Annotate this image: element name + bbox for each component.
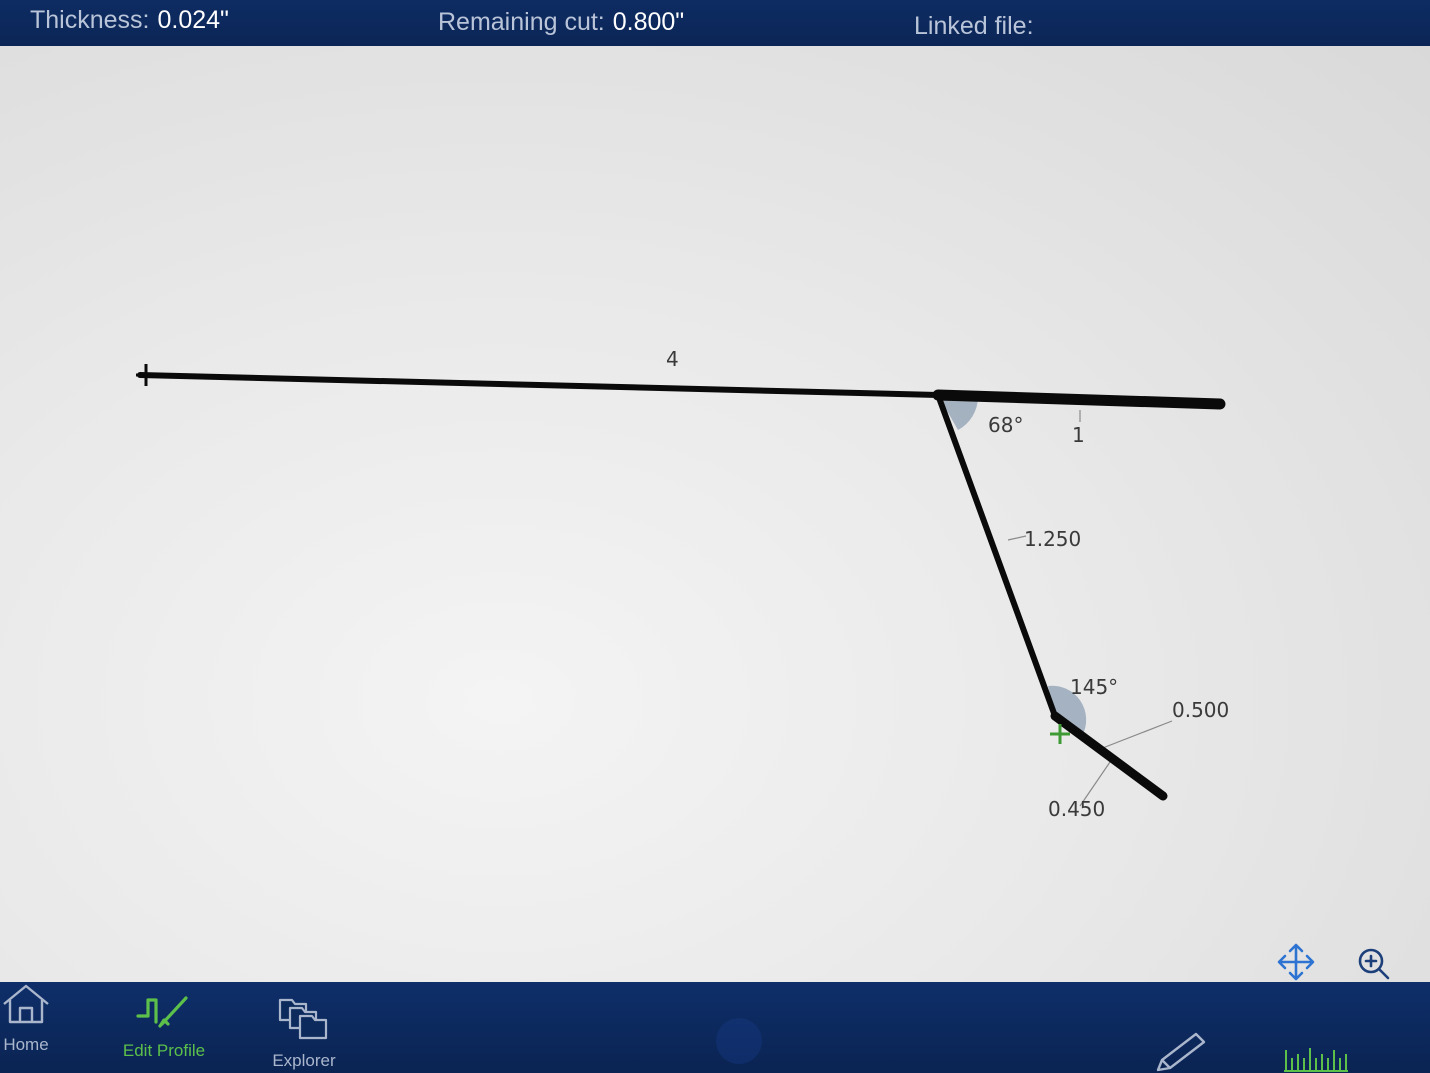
- segment-short[interactable]: [1050, 711, 1168, 801]
- segment-middle[interactable]: [935, 392, 1058, 719]
- status-bar: Thickness: 0.024" Remaining cut: 0.800" Li…: [0, 0, 1430, 48]
- pan-arrows-icon: [1277, 943, 1315, 981]
- profile-editor-screen: Thickness: 0.024" Remaining cut: 0.800" Li…: [0, 0, 1430, 1073]
- linked-file-label: Linked file:: [914, 12, 1034, 40]
- pencil-icon: [1156, 1032, 1206, 1072]
- label-angle-second: 145°: [1070, 675, 1118, 699]
- edit-profile-label: Edit Profile: [122, 1041, 206, 1060]
- label-short-lower: 0.450: [1048, 797, 1105, 821]
- home-button[interactable]: Home: [0, 982, 52, 1055]
- zoom-in-button[interactable]: [1352, 942, 1396, 986]
- home-icon: [3, 984, 49, 1024]
- label-top-right: 1: [1072, 423, 1085, 447]
- label-angle-first: 68°: [988, 413, 1023, 437]
- segment-top-left[interactable]: [137, 372, 941, 398]
- folders-icon: [278, 998, 328, 1040]
- thickness-value: 0.024": [157, 6, 229, 34]
- explorer-button[interactable]: Explorer: [266, 994, 342, 1071]
- label-middle: 1.250: [1024, 527, 1081, 551]
- drawing-canvas[interactable]: 4 1 68° 1.250 145° 0.500 0.450: [0, 46, 1430, 982]
- thickness-label: Thickness:: [30, 6, 150, 34]
- pencil-button[interactable]: [1152, 1032, 1208, 1073]
- start-marker[interactable]: [136, 364, 156, 386]
- explorer-label: Explorer: [272, 1051, 336, 1070]
- thickness-status: Thickness: 0.024": [30, 6, 229, 35]
- label-short-upper: 0.500: [1172, 698, 1229, 722]
- remaining-cut-status: Remaining cut: 0.800": [438, 8, 684, 37]
- label-top-left: 4: [666, 347, 679, 371]
- zoom-in-icon: [1358, 948, 1390, 980]
- linked-file-status: Linked file:: [914, 12, 1042, 41]
- ruler-icon: [1284, 1048, 1348, 1072]
- edit-profile-button[interactable]: Edit Profile: [118, 992, 210, 1061]
- home-label: Home: [3, 1035, 49, 1054]
- ruler-button[interactable]: [1282, 1044, 1352, 1073]
- leader-short-upper: [1094, 720, 1173, 752]
- pan-button[interactable]: [1274, 940, 1318, 984]
- profile-drawing[interactable]: 4 1 68° 1.250 145° 0.500 0.450: [0, 46, 1430, 982]
- edit-profile-icon: [136, 996, 188, 1028]
- segment-top-right[interactable]: [932, 389, 1226, 410]
- remaining-cut-value: 0.800": [612, 8, 685, 36]
- bottom-toolbar: Home Edit Profile Explorer: [0, 982, 1430, 1073]
- remaining-cut-label: Remaining cut:: [438, 8, 605, 36]
- play-icon: [716, 1018, 762, 1064]
